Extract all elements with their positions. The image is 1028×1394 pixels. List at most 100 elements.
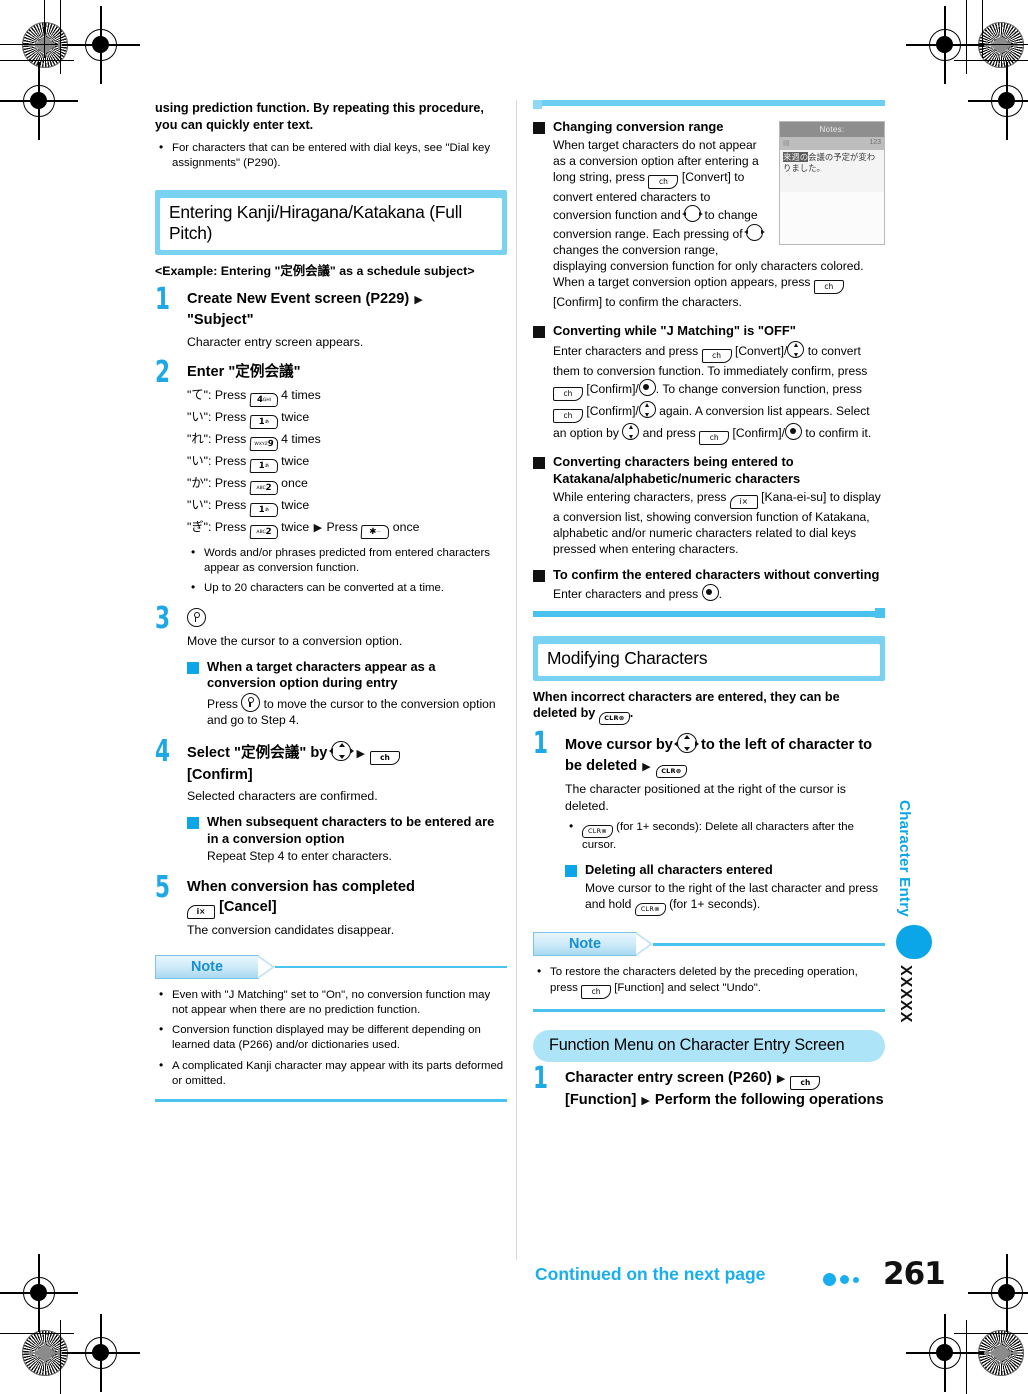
dot-small — [853, 1276, 859, 1283]
step-title-part-b: "Subject" — [187, 311, 254, 328]
step-number: 3 — [155, 601, 171, 637]
step-title — [187, 608, 507, 630]
sub-heading-label: Converting characters being entered to K… — [553, 454, 801, 487]
continued-label: Continued on the next page — [535, 1264, 766, 1284]
dial-key-1-icon: 1あ — [249, 458, 279, 473]
text-4: Each pressing of — [652, 226, 743, 241]
list-item: Up to 20 characters can be converted at … — [187, 580, 507, 596]
left-right-key-icon — [743, 223, 765, 241]
key-sequence-row: "れ": Press WXYZ9 4 times — [187, 429, 507, 451]
sub-heading-text: Repeat Step 4 to enter characters. — [207, 849, 392, 864]
registration-mark-top-left — [62, 6, 140, 84]
dial-key-9-icon: WXYZ9 — [249, 436, 279, 451]
dial-key-2-icon: ABC2 — [249, 480, 279, 495]
key-row-count: 4 times — [281, 431, 321, 446]
crop-line-bottom — [0, 1333, 74, 1335]
clear-key-icon: CLR⊗ — [634, 903, 666, 917]
soft-key-right-icon: ch — [370, 750, 401, 765]
crop-line-top2 — [60, 0, 62, 74]
key-row-then: Press — [326, 519, 358, 534]
note-label: Note — [191, 958, 223, 975]
soft-key-right-icon: ch — [701, 349, 732, 364]
key-sequence-list: "て": Press 4GHI 4 times "い": Press 1あ tw… — [187, 385, 507, 539]
crop-line-bottom2 — [60, 1320, 62, 1394]
dot-medium — [840, 1275, 849, 1284]
example-line: <Example: Entering "定例会議" as a schedule … — [155, 264, 475, 278]
soft-key-right-icon: ch — [813, 280, 844, 295]
registration-mark-bottom-left — [62, 1314, 140, 1392]
soft-key-right-icon: ch — [553, 409, 583, 424]
note-label: Note — [569, 936, 601, 953]
text-8: and press — [642, 426, 696, 441]
page-number: 261 — [883, 1256, 946, 1292]
soft-key-right-icon: ch — [699, 431, 730, 446]
step-title-part-b: [Confirm] — [187, 766, 253, 783]
step-title: When conversion has completed i× [Cancel… — [187, 877, 507, 920]
key-row-label: "い": Press — [187, 497, 247, 512]
note-block-right: Note To restore the characters deleted b… — [533, 932, 885, 1012]
step-title-part-b: [Cancel] — [219, 899, 277, 916]
step-description: Selected characters are confirmed. — [187, 789, 378, 804]
sub-heading-target-characters: When a target characters appear as a con… — [187, 659, 507, 729]
column-divider — [516, 100, 517, 1260]
print-starburst-bottom-right — [978, 1330, 1024, 1376]
arrow-right-icon: ▶ — [414, 294, 423, 307]
registration-mark-right — [968, 62, 1028, 140]
modifying-step-1: 1 Move cursor by to the left of characte… — [533, 729, 885, 917]
note-list: To restore the characters deleted by the… — [533, 964, 885, 999]
navigation-key-icon — [674, 733, 700, 754]
key-row-count: twice — [281, 497, 310, 512]
left-right-key-icon — [682, 205, 704, 223]
lead-bullet-list: For characters that can be entered with … — [155, 140, 507, 171]
registration-mark-left — [0, 62, 78, 140]
note-rule — [653, 943, 885, 946]
key-row-label: "い": Press — [187, 409, 247, 424]
up-down-key-icon — [787, 341, 805, 359]
step-title-part-c: Perform the following operations — [654, 1091, 884, 1108]
key-row-count: twice — [281, 519, 310, 534]
step-5: 5 When conversion has completed i× [Canc… — [155, 872, 507, 939]
center-key-icon — [784, 423, 802, 441]
note-text-b: [Function] and select "Undo". — [614, 981, 761, 994]
key-row-count: 4 times — [281, 387, 321, 402]
list-item: For characters that can be entered with … — [155, 140, 507, 171]
sub-heading-label: When subsequent characters to be entered… — [207, 813, 495, 846]
updown-lamp-key-icon — [187, 608, 206, 628]
crop-line-top-right2 — [966, 0, 968, 74]
key-row-label: "ぎ": Press — [187, 519, 247, 534]
list-item: CLR⊗ (for 1+ seconds): Delete all charac… — [565, 819, 885, 853]
key-sequence-row: "ぎ": Press ABC2 twice ▶ Press ✱— once — [187, 517, 507, 539]
navigation-key-icon — [328, 740, 354, 761]
soft-key-right-icon: ch — [581, 984, 612, 999]
note-arrow-inner-shape — [636, 934, 650, 955]
text-10: to confirm it. — [805, 426, 872, 441]
modifying-intro-text: When incorrect characters are entered, t… — [533, 689, 840, 721]
sub-heading-deleting-all-characters: Deleting all characters entered Move cur… — [565, 862, 885, 917]
step-description: The character positioned at the right of… — [565, 782, 846, 813]
step-2: 2 Enter "定例会議" "て": Press 4GHI 4 times "… — [155, 358, 507, 597]
dial-key-1-icon: 1あ — [249, 414, 279, 429]
step-description: Move the cursor to a conversion option. — [187, 634, 403, 649]
dot-large — [823, 1273, 836, 1286]
soft-key-right-icon: ch — [553, 387, 583, 402]
key-sequence-row: "か": Press ABC2 once — [187, 473, 507, 495]
dial-key-1-icon: 1あ — [249, 502, 279, 517]
lead-paragraph: using prediction function. By repeating … — [155, 101, 484, 132]
sub-heading-text: Press to move the cursor to the conversi… — [207, 693, 507, 728]
updown-lamp-key-icon — [241, 693, 261, 713]
clear-key-icon: CLR⊗ — [598, 712, 630, 726]
step-number: 4 — [155, 733, 171, 769]
key-row-count: once — [281, 475, 308, 490]
sub-heading-label: Converting while "J Matching" is "OFF" — [553, 323, 796, 339]
sub-heading-label: Deleting all characters entered — [585, 862, 773, 878]
up-down-key-icon — [622, 423, 640, 441]
list-item: To restore the characters deleted by the… — [533, 964, 885, 999]
bullet-text: (for 1+ seconds): Delete all characters … — [582, 821, 854, 852]
arrow-right-icon: ▶ — [356, 747, 365, 760]
soft-key-right-icon: ch — [790, 1075, 821, 1090]
step-number: 2 — [155, 355, 171, 391]
key-row-count-2: once — [392, 519, 420, 534]
text-1: Enter characters and press — [553, 344, 699, 359]
note-bottom-rule — [155, 1098, 507, 1102]
step-description: Character entry screen appears. — [187, 334, 364, 349]
